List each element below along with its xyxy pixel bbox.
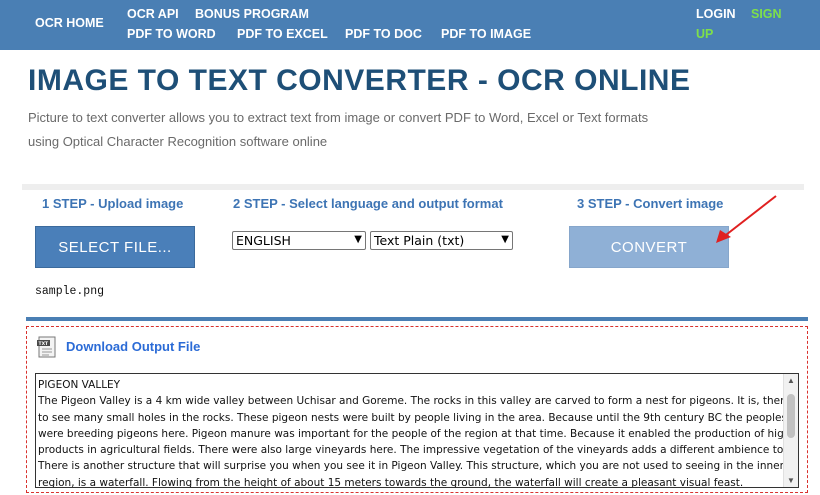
txt-file-icon: TXT [37,336,56,358]
download-output-link[interactable]: Download Output File [66,339,200,354]
nav-pdf-to-image[interactable]: PDF TO IMAGE [441,27,531,41]
output-line: There is another structure that will sur… [38,460,799,473]
nav-pdf-to-word[interactable]: PDF TO WORD [127,27,216,41]
select-file-button[interactable]: SELECT FILE... [35,226,195,268]
language-select-value: ENGLISH [236,233,291,248]
textarea-scrollbar[interactable]: ▲ ▼ [783,374,798,487]
output-line: to see many small holes in the rocks. Th… [38,411,799,424]
output-format-select-value: Text Plain (txt) [374,233,465,248]
nav-sign-up-cont[interactable]: UP [696,27,713,41]
output-line: The Pigeon Valley is a 4 km wide valley … [38,395,799,408]
page-title: IMAGE TO TEXT CONVERTER - OCR ONLINE [28,64,691,97]
scroll-up-icon[interactable]: ▲ [787,376,795,385]
output-line: were breeding pigeons here. Pigeon manur… [38,427,799,440]
scroll-down-icon[interactable]: ▼ [787,476,795,485]
language-select[interactable]: ENGLISH ▼ [232,231,366,250]
nav-bonus-program[interactable]: BONUS PROGRAM [195,7,309,21]
nav-sign-up[interactable]: SIGN [751,7,782,21]
nav-pdf-to-doc[interactable]: PDF TO DOC [345,27,422,41]
output-textarea[interactable]: PIGEON VALLEY The Pigeon Valley is a 4 k… [35,373,799,488]
output-format-select[interactable]: Text Plain (txt) ▼ [370,231,513,250]
section-divider [22,184,804,190]
nav-ocr-home[interactable]: OCR HOME [35,16,104,30]
scrollbar-thumb[interactable] [787,394,795,438]
annotation-arrow-icon [716,195,777,243]
nav-pdf-to-excel[interactable]: PDF TO EXCEL [237,27,328,41]
nav-ocr-api[interactable]: OCR API [127,7,179,21]
chevron-down-icon: ▼ [354,234,362,245]
chevron-down-icon: ▼ [501,234,509,245]
svg-text:TXT: TXT [39,341,50,347]
selected-file-name: sample.png [35,285,105,298]
nav-login[interactable]: LOGIN [696,7,736,21]
step2-label: 2 STEP - Select language and output form… [233,196,503,211]
output-line: products in agricultural fields. There w… [38,444,799,457]
page-description-line1: Picture to text converter allows you to … [28,110,649,125]
output-text: PIGEON VALLEY The Pigeon Valley is a 4 k… [38,377,799,488]
output-line: region, is a waterfall. Flowing from the… [38,476,744,488]
step1-label: 1 STEP - Upload image [42,196,184,211]
output-line: PIGEON VALLEY [38,379,121,391]
page-description-line2: using Optical Character Recognition soft… [28,134,328,149]
output-section-bar [26,317,808,321]
